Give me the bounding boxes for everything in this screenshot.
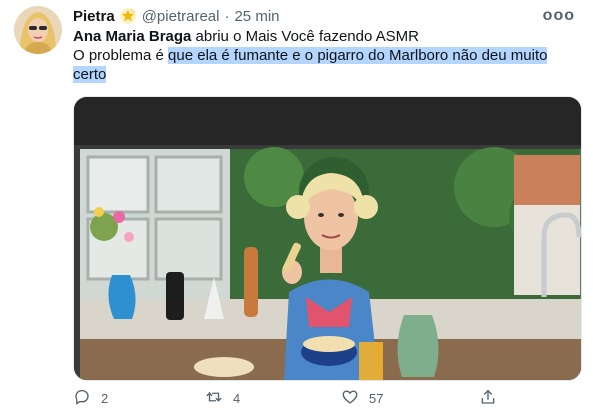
share-button[interactable] [479, 388, 507, 409]
selected-text-end: certo [73, 66, 107, 83]
tweet-actions: 2 4 57 [73, 388, 503, 414]
retweet-count: 4 [233, 391, 241, 406]
tweet-text-line-1: Ana Maria Braga abriu o Mais Você fazend… [73, 27, 573, 46]
avatar[interactable] [14, 6, 62, 54]
display-name[interactable]: Pietra [73, 8, 115, 25]
reply-count: 2 [101, 391, 109, 406]
selected-text: que ela é fumante e o pigarro do Marlbor… [168, 47, 548, 64]
more-options-icon[interactable]: ooo [543, 7, 575, 25]
reply-icon [73, 388, 101, 409]
user-handle[interactable]: @pietrareal [142, 8, 220, 25]
tweet: Pietra @pietrareal · 25 min ooo Ana Mari… [0, 0, 593, 420]
like-button[interactable]: 57 [341, 388, 383, 409]
retweet-button[interactable]: 4 [205, 388, 240, 409]
tweet-text-line-2: O problema é que ela é fumante e o pigar… [73, 46, 573, 65]
like-count: 57 [369, 391, 384, 406]
text-line-2-plain: O problema é [73, 47, 169, 64]
star-badge-icon [119, 7, 137, 25]
tweet-text-line-3: certo [73, 65, 573, 84]
tweet-media-image[interactable] [73, 96, 582, 381]
separator-dot: · [224, 7, 230, 25]
share-icon [479, 388, 507, 409]
mention-name: Ana Maria Braga [73, 28, 192, 45]
retweet-icon [205, 388, 233, 409]
timestamp[interactable]: 25 min [234, 8, 279, 25]
like-icon [341, 388, 369, 409]
reply-button[interactable]: 2 [73, 388, 108, 409]
tweet-header: Pietra @pietrareal · 25 min ooo [73, 5, 575, 27]
text-line-1-rest: abriu o Mais Você fazendo ASMR [191, 28, 419, 45]
tweet-text: Ana Maria Braga abriu o Mais Você fazend… [73, 27, 573, 84]
